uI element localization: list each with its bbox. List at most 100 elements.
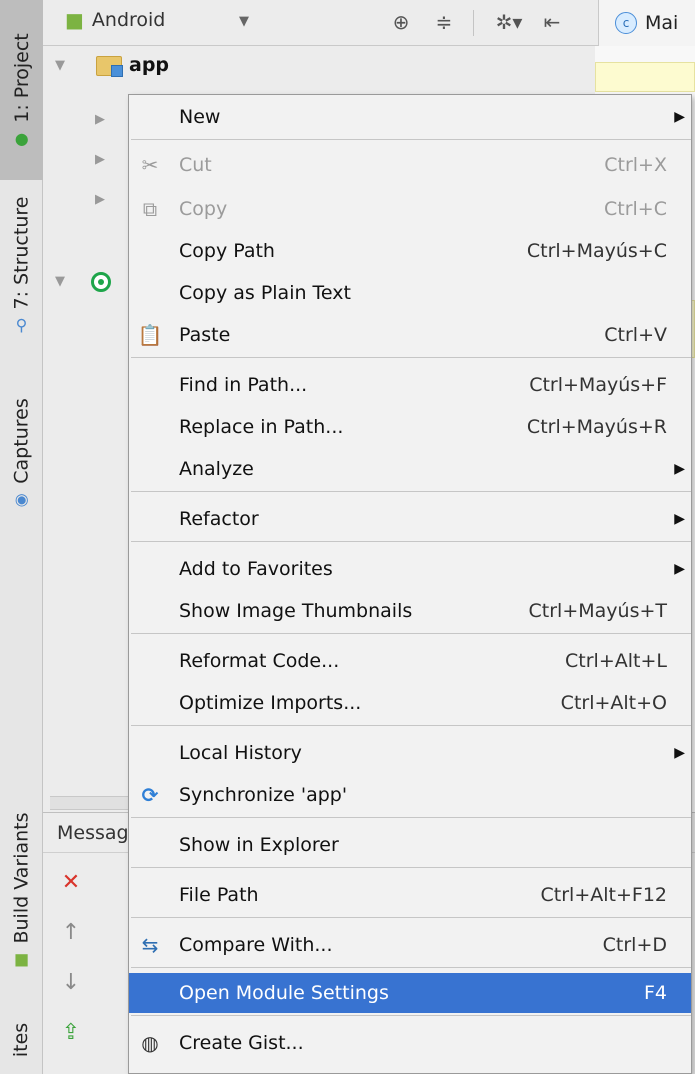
submenu-arrow-icon: ▶ (674, 511, 685, 527)
menu-item-label: Optimize Imports... (179, 692, 362, 714)
android-icon: ■ (65, 8, 84, 32)
menu-item-shortcut: Ctrl+Mayús+C (526, 240, 667, 262)
hide-panel-icon[interactable]: ⇤ (539, 9, 565, 35)
menu-item-reformat-code[interactable]: Reformat Code... Ctrl+Alt+L (129, 641, 691, 681)
menu-item-shortcut: Ctrl+Alt+L (565, 650, 667, 672)
tree-item-label: app (129, 54, 170, 76)
menu-item-local-history[interactable]: Local History ▶ (129, 733, 691, 773)
collapse-arrow-icon[interactable]: ▶ (95, 192, 105, 207)
tool-tab-build-variants-label: Build Variants (10, 812, 33, 944)
toolbar-divider (473, 10, 474, 36)
menu-item-shortcut: Ctrl+X (604, 154, 667, 176)
menu-item-label: Compare With... (179, 934, 333, 956)
menu-separator (131, 1015, 691, 1016)
menu-separator (131, 867, 691, 868)
menu-separator (131, 491, 691, 492)
github-icon: ◍ (141, 1031, 159, 1055)
menu-item-open-module-settings[interactable]: Open Module Settings F4 (129, 973, 691, 1013)
tool-tab-build-variants[interactable]: ■ Build Variants (0, 800, 43, 980)
arrow-up-icon[interactable]: ↑ (59, 921, 83, 945)
menu-item-new[interactable]: New ▶ (129, 97, 691, 137)
menu-item-label: Show Image Thumbnails (179, 600, 413, 622)
menu-item-label: File Path (179, 884, 259, 906)
tree-row-app[interactable]: ▼ app (43, 48, 595, 84)
expand-arrow-icon[interactable]: ▼ (55, 274, 65, 289)
sync-icon: ⟳ (141, 783, 159, 807)
structure-icon: ⚲ (15, 315, 28, 335)
close-icon[interactable]: ✕ (59, 871, 83, 895)
menu-separator (131, 725, 691, 726)
view-selector[interactable]: ■ Android (65, 8, 165, 32)
menu-item-shortcut: Ctrl+D (602, 934, 667, 956)
menu-item-copy-path[interactable]: Copy Path Ctrl+Mayús+C (129, 231, 691, 271)
menu-item-show-image-thumbnails[interactable]: Show Image Thumbnails Ctrl+Mayús+T (129, 591, 691, 631)
menu-item-label: Analyze (179, 458, 254, 480)
menu-item-label: Reformat Code... (179, 650, 340, 672)
menu-item-show-in-explorer[interactable]: Show in Explorer (129, 825, 691, 865)
menu-item-paste[interactable]: 📋 Paste Ctrl+V (129, 315, 691, 355)
menu-item-label: Cut (179, 154, 212, 176)
menu-item-shortcut: Ctrl+Alt+F12 (540, 884, 667, 906)
tool-tab-captures[interactable]: ◉ Captures (0, 378, 43, 528)
expand-arrow-icon[interactable]: ▼ (55, 58, 65, 73)
tool-tab-captures-label: Captures (10, 398, 33, 484)
android-icon: ■ (13, 949, 30, 969)
menu-item-find-in-path[interactable]: Find in Path... Ctrl+Mayús+F (129, 365, 691, 405)
menu-separator (131, 817, 691, 818)
context-menu: New ▶ ✂ Cut Ctrl+X ⧉ Copy Ctrl+C Copy Pa… (128, 94, 692, 1074)
menu-item-label: Paste (179, 324, 231, 346)
export-icon[interactable]: ⇪ (59, 1021, 83, 1045)
menu-separator (131, 541, 691, 542)
menu-item-label: Refactor (179, 508, 259, 530)
menu-item-compare-with[interactable]: ⇆ Compare With... Ctrl+D (129, 925, 691, 965)
chevron-down-icon[interactable]: ▼ (239, 14, 249, 29)
tool-tab-structure[interactable]: ⚲ 7: Structure (0, 190, 43, 340)
menu-item-label: Replace in Path... (179, 416, 344, 438)
menu-item-shortcut: Ctrl+Alt+O (560, 692, 667, 714)
paste-icon: 📋 (137, 323, 163, 347)
menu-item-synchronize[interactable]: ⟳ Synchronize 'app' (129, 775, 691, 815)
menu-item-label: Add to Favorites (179, 558, 333, 580)
menu-item-label: Create Gist... (179, 1032, 304, 1054)
editor-tab-label: Mai (645, 12, 679, 34)
menu-item-optimize-imports[interactable]: Optimize Imports... Ctrl+Alt+O (129, 683, 691, 723)
menu-item-copy[interactable]: ⧉ Copy Ctrl+C (129, 189, 691, 229)
menu-item-replace-in-path[interactable]: Replace in Path... Ctrl+Mayús+R (129, 407, 691, 447)
submenu-arrow-icon: ▶ (674, 461, 685, 477)
left-tool-strip: ● 1: Project ⚲ 7: Structure ◉ Captures ■… (0, 0, 43, 1074)
scroll-from-source-icon[interactable]: ⊕ (388, 9, 414, 35)
submenu-arrow-icon: ▶ (674, 109, 685, 125)
menu-item-file-path[interactable]: File Path Ctrl+Alt+F12 (129, 875, 691, 915)
menu-item-copy-plain-text[interactable]: Copy as Plain Text (129, 273, 691, 313)
menu-item-label: Synchronize 'app' (179, 784, 348, 806)
menu-item-analyze[interactable]: Analyze ▶ (129, 449, 691, 489)
project-toolbar: ■ Android ▼ ⊕ ≑ ✲▾ ⇤ c Mai (43, 0, 695, 46)
menu-item-shortcut: Ctrl+Mayús+T (528, 600, 667, 622)
collapse-all-icon[interactable]: ≑ (431, 9, 457, 35)
menu-item-label: Copy as Plain Text (179, 282, 351, 304)
menu-item-refactor[interactable]: Refactor ▶ (129, 499, 691, 539)
menu-item-label: Find in Path... (179, 374, 308, 396)
menu-item-add-to-favorites[interactable]: Add to Favorites ▶ (129, 549, 691, 589)
module-folder-icon (96, 56, 123, 77)
menu-separator (131, 633, 691, 634)
menu-item-shortcut: F4 (643, 982, 667, 1004)
collapse-arrow-icon[interactable]: ▶ (95, 112, 105, 127)
tool-tab-favorites[interactable]: ites (0, 1005, 43, 1074)
menu-separator (131, 967, 691, 968)
menu-item-label: Open Module Settings (179, 982, 389, 1004)
collapse-arrow-icon[interactable]: ▶ (95, 152, 105, 167)
tool-tab-favorites-label: ites (10, 1022, 33, 1057)
menu-item-cut[interactable]: ✂ Cut Ctrl+X (129, 145, 691, 185)
arrow-down-icon[interactable]: ↓ (59, 971, 83, 995)
editor-notification (595, 62, 695, 92)
editor-tab[interactable]: c Mai (598, 0, 695, 46)
menu-separator (131, 139, 691, 140)
menu-item-create-gist[interactable]: ◍ Create Gist... (129, 1023, 691, 1063)
compare-icon: ⇆ (141, 933, 159, 957)
gear-icon[interactable]: ✲▾ (491, 9, 527, 35)
android-project-icon: ● (14, 128, 29, 148)
tool-tab-project[interactable]: ● 1: Project (0, 0, 43, 180)
menu-item-label: New (179, 106, 221, 128)
menu-item-label: Show in Explorer (179, 834, 339, 856)
